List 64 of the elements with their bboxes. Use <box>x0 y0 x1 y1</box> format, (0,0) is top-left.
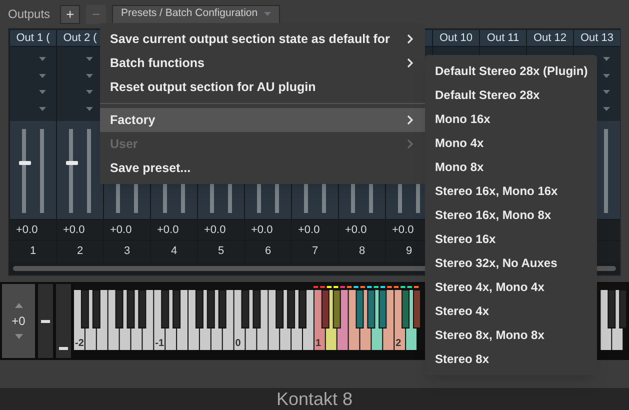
menu-item[interactable]: Stereo 8x <box>425 347 597 371</box>
menu-item[interactable]: Stereo 8x, Mono 8x <box>425 323 597 347</box>
gain-cell: +0.0 <box>339 219 385 241</box>
fader-handle[interactable] <box>19 160 31 165</box>
add-button[interactable]: + <box>60 4 80 24</box>
down-arrow-icon[interactable] <box>14 334 22 339</box>
menu-item[interactable]: Factory <box>100 108 425 132</box>
column-header[interactable]: Out 2 ( <box>57 30 103 47</box>
menu-item[interactable]: Stereo 4x, Mono 4x <box>425 275 597 299</box>
menu-item[interactable]: Default Stereo 28x (Plugin) <box>425 59 597 83</box>
caret-icon <box>86 106 93 111</box>
gain-cell: +0.0 <box>292 219 338 241</box>
caret-icon <box>603 90 610 94</box>
menu-item[interactable]: Default Stereo 28x <box>425 83 597 107</box>
menu-item[interactable]: Mono 4x <box>425 131 597 155</box>
gain-cell: +0.0 <box>104 219 150 241</box>
app-title: Kontakt 8 <box>276 388 353 410</box>
caret-icon <box>86 90 93 94</box>
chevron-right-icon <box>407 139 413 149</box>
caret-icon <box>264 12 271 16</box>
octave-label: 2 <box>396 338 402 349</box>
caret-icon <box>39 90 46 94</box>
fader-handle[interactable] <box>66 160 78 165</box>
caret-icon <box>86 74 93 78</box>
menu-item[interactable]: Stereo 16x, Mono 16x <box>425 179 597 203</box>
transpose-value: +0 <box>12 313 26 330</box>
menu-item[interactable]: Batch functions <box>100 51 425 75</box>
caret-icon <box>603 74 610 78</box>
presets-dropdown[interactable]: Presets / Batch Configuration <box>112 4 280 24</box>
gain-cell: +0.0 <box>198 219 244 241</box>
caret-icon <box>39 106 46 111</box>
chevron-right-icon <box>407 115 413 125</box>
column-header[interactable]: Out 12 <box>527 30 573 47</box>
pitch-wheel-handle[interactable] <box>41 320 50 322</box>
menu-item[interactable]: Stereo 4x <box>425 299 597 323</box>
piano-keyboard-drawing[interactable] <box>600 290 627 350</box>
chevron-right-icon <box>407 58 413 68</box>
up-arrow-icon[interactable] <box>14 303 22 308</box>
menu-item[interactable]: Save preset... <box>100 156 425 180</box>
gain-cell: +0.0 <box>245 219 291 241</box>
caret-icon <box>86 57 93 62</box>
caret-icon <box>39 74 46 78</box>
gain-cell: +0.0 <box>151 219 197 241</box>
gain-cell: +0.0 <box>10 219 56 241</box>
chevron-right-icon <box>407 34 413 44</box>
octave-label: -1 <box>155 338 164 349</box>
menu-item[interactable]: Reset output section for AU plugin <box>100 75 425 99</box>
mod-wheel-handle[interactable] <box>59 347 68 350</box>
column-header[interactable]: Out 1 ( <box>10 30 56 47</box>
gain-cell: +0.0 <box>57 219 103 241</box>
column-header[interactable]: Out 11 <box>480 30 526 47</box>
menu-item[interactable]: Save current output section state as default for <box>100 27 425 51</box>
caret-icon <box>39 57 46 62</box>
piano-keyboard-drawing[interactable] <box>74 286 421 350</box>
column-header[interactable]: Out 10 <box>433 30 479 47</box>
caret-icon <box>603 57 610 62</box>
octave-label: 0 <box>235 338 241 349</box>
outputs-label: Outputs <box>8 6 50 23</box>
menu-item[interactable]: Mono 8x <box>425 155 597 179</box>
column-header[interactable]: Out 13 <box>574 30 620 47</box>
octave-label: 1 <box>315 338 322 349</box>
caret-icon <box>603 106 610 111</box>
menu-item[interactable]: Mono 16x <box>425 107 597 131</box>
octave-label: -2 <box>75 338 84 349</box>
